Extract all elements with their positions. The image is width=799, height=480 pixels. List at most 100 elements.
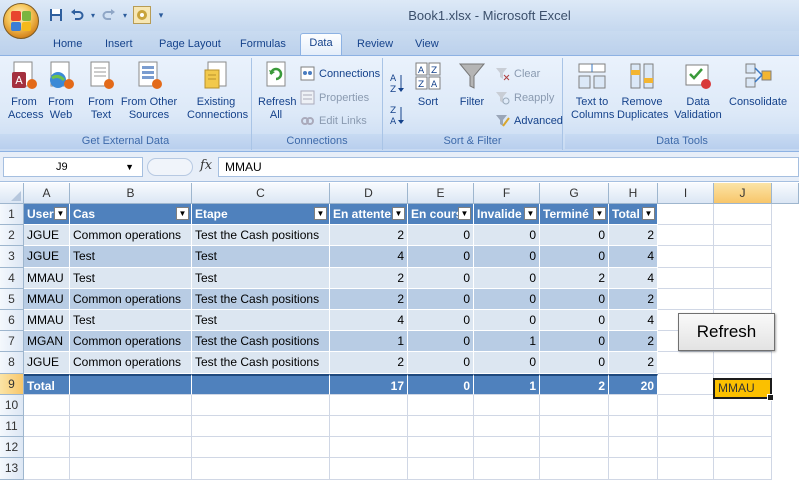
total-cell[interactable]: 2 [540, 373, 609, 395]
cell[interactable] [474, 394, 540, 416]
tab-view[interactable]: View [409, 35, 445, 55]
table-header-termin-[interactable]: Terminé ▼ [540, 204, 609, 226]
text-to-columns-button[interactable]: Text to Columns [571, 60, 614, 122]
tab-data[interactable]: Data [300, 33, 342, 55]
table-header-invalide[interactable]: Invalide ▼ [474, 204, 540, 226]
table-cell[interactable]: Test [70, 267, 192, 289]
cell[interactable] [70, 458, 192, 480]
filter-dropdown-icon[interactable]: ▼ [642, 207, 655, 220]
table-cell[interactable]: 0 [474, 246, 540, 268]
table-cell[interactable]: 4 [609, 310, 658, 332]
table-cell[interactable]: 2 [609, 352, 658, 374]
properties-button[interactable]: Properties [300, 90, 369, 105]
cell[interactable] [609, 394, 658, 416]
column-header-c[interactable]: C [192, 183, 330, 204]
filter-dropdown-icon[interactable]: ▼ [54, 207, 67, 220]
table-cell[interactable]: Test the Cash positions [192, 352, 330, 374]
column-header-j[interactable]: J [714, 183, 772, 204]
row-header-1[interactable]: 1 [0, 204, 24, 226]
table-cell[interactable]: 2 [540, 267, 609, 289]
table-cell[interactable]: Test [192, 246, 330, 268]
formula-cancel-enter-buttons[interactable] [147, 158, 193, 176]
row-header-7[interactable]: 7 [0, 331, 24, 353]
select-all-button[interactable] [0, 183, 24, 204]
clear-filter-button[interactable]: Clear [495, 66, 540, 81]
cell[interactable] [408, 416, 474, 438]
cell[interactable] [24, 437, 70, 459]
column-header-a[interactable]: A [24, 183, 70, 204]
name-box[interactable]: J9 ▼ [3, 157, 143, 177]
table-cell[interactable]: Common operations [70, 288, 192, 310]
cell[interactable] [24, 394, 70, 416]
table-cell[interactable]: Test the Cash positions [192, 225, 330, 247]
total-cell[interactable]: 17 [330, 373, 408, 395]
table-cell[interactable]: 0 [408, 288, 474, 310]
data-validation-button[interactable]: Data Validation [673, 60, 723, 122]
cell[interactable] [330, 416, 408, 438]
cell[interactable] [192, 394, 330, 416]
remove-duplicates-button[interactable]: Remove Duplicates [617, 60, 668, 122]
table-cell[interactable]: JGUE [24, 225, 70, 247]
cell[interactable] [408, 437, 474, 459]
cell[interactable] [330, 458, 408, 480]
office-button[interactable] [3, 3, 39, 39]
cell[interactable] [714, 267, 772, 289]
table-cell[interactable]: JGUE [24, 246, 70, 268]
table-cell[interactable]: 2 [330, 267, 408, 289]
table-cell[interactable]: Test the Cash positions [192, 288, 330, 310]
table-cell[interactable]: MGAN [24, 331, 70, 353]
table-cell[interactable]: Test the Cash positions [192, 331, 330, 353]
table-cell[interactable]: Test [70, 310, 192, 332]
name-box-dropdown-icon[interactable]: ▼ [125, 158, 134, 176]
table-cell[interactable]: 2 [609, 331, 658, 353]
table-header-cas[interactable]: Cas ▼ [70, 204, 192, 226]
table-cell[interactable]: 1 [330, 331, 408, 353]
sort-a-z-button[interactable]: AZ [389, 72, 405, 95]
existing-connections-button[interactable]: Existing Connections [186, 60, 248, 122]
cell[interactable] [714, 246, 772, 268]
table-header-en-attente[interactable]: En attente ▼ [330, 204, 408, 226]
table-cell[interactable]: 0 [540, 225, 609, 247]
table-cell[interactable]: 4 [330, 310, 408, 332]
cell[interactable] [609, 437, 658, 459]
table-cell[interactable]: 4 [330, 246, 408, 268]
table-cell[interactable]: JGUE [24, 352, 70, 374]
cell[interactable] [658, 352, 714, 374]
cell[interactable] [714, 288, 772, 310]
cell[interactable] [714, 437, 772, 459]
filter-dropdown-icon[interactable]: ▼ [524, 207, 537, 220]
cell[interactable] [330, 394, 408, 416]
total-cell[interactable]: Total [24, 373, 70, 395]
cell[interactable] [24, 458, 70, 480]
table-cell[interactable]: 2 [330, 288, 408, 310]
cell[interactable] [540, 416, 609, 438]
table-cell[interactable]: 2 [609, 225, 658, 247]
tab-formulas[interactable]: Formulas [234, 35, 292, 55]
table-cell[interactable]: 0 [474, 310, 540, 332]
row-header-9[interactable]: 9 [0, 373, 24, 395]
table-cell[interactable]: 0 [408, 310, 474, 332]
cell[interactable] [658, 204, 714, 226]
total-cell[interactable]: 20 [609, 373, 658, 395]
table-cell[interactable]: Test [192, 267, 330, 289]
table-cell[interactable]: 0 [408, 246, 474, 268]
cell[interactable] [540, 437, 609, 459]
table-cell[interactable]: 4 [609, 246, 658, 268]
from-text-button[interactable]: From Text [86, 60, 116, 122]
consolidate-button[interactable]: Consolidate [729, 60, 787, 109]
refresh-all-button[interactable]: Refresh All [258, 60, 297, 122]
cell[interactable] [658, 267, 714, 289]
cell[interactable] [714, 352, 772, 374]
cell[interactable] [192, 416, 330, 438]
cell[interactable] [24, 416, 70, 438]
total-cell[interactable]: 0 [408, 373, 474, 395]
cell[interactable] [192, 458, 330, 480]
row-header-3[interactable]: 3 [0, 246, 24, 268]
column-header-g[interactable]: G [540, 183, 609, 204]
table-cell[interactable]: 0 [474, 225, 540, 247]
cell[interactable] [540, 394, 609, 416]
cell[interactable] [609, 458, 658, 480]
filter-dropdown-icon[interactable]: ▼ [458, 207, 471, 220]
cell[interactable] [408, 458, 474, 480]
cell[interactable] [658, 373, 714, 395]
